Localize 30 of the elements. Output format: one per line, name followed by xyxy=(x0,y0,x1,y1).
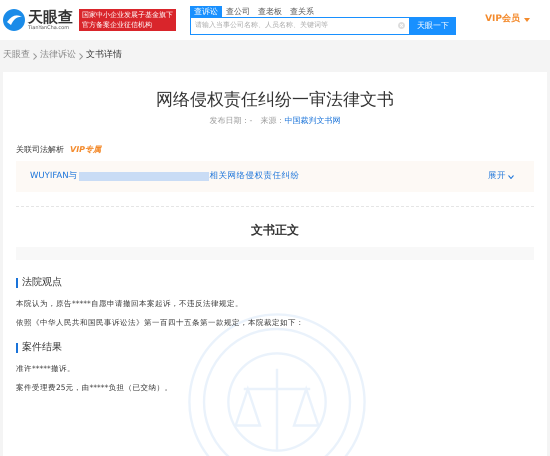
source-link[interactable]: 中国裁判文书网 xyxy=(284,115,340,127)
section-heading: 案件结果 xyxy=(22,340,62,355)
caret-icon[interactable] xyxy=(524,18,530,22)
source-label: 来源： xyxy=(260,115,284,127)
vip-label: VIP专属 xyxy=(70,144,102,156)
logo-icon[interactable] xyxy=(2,8,26,32)
section-heading: 法院观点 xyxy=(22,276,62,290)
logo-text[interactable]: 天眼查 xyxy=(28,10,73,24)
document-title: 网络侵权责任纠纷一审法律文书 xyxy=(155,89,395,112)
search-button[interactable]: 天眼一下 xyxy=(410,16,456,34)
publish-date: 发布日期：- xyxy=(210,115,252,127)
chevron-down-icon xyxy=(508,174,514,178)
breadcrumb-item[interactable]: 法律诉讼 xyxy=(40,49,76,63)
heading-marker xyxy=(16,342,18,352)
section-label: 关联司法解析 xyxy=(16,144,64,156)
search-tab[interactable]: 查关系 xyxy=(286,6,318,16)
clear-icon[interactable] xyxy=(398,22,405,29)
search-tab[interactable]: 查诉讼 xyxy=(190,6,222,16)
case-link[interactable]: WUYIFAN与 xyxy=(30,170,78,183)
case-link[interactable]: 相关网络侵权责任纠纷 xyxy=(210,170,300,183)
search-tab[interactable]: 查公司 xyxy=(222,6,254,16)
section-title: 文书正文 xyxy=(250,222,300,239)
chevron-icon xyxy=(33,52,37,60)
chevron-icon xyxy=(79,52,83,60)
vip-link[interactable]: VIP会员 xyxy=(485,13,520,27)
expand-button[interactable]: 展开 xyxy=(488,170,514,183)
search-tab[interactable]: 查老板 xyxy=(254,6,286,16)
breadcrumb-item: 文书详情 xyxy=(86,49,122,62)
heading-marker xyxy=(16,278,18,288)
breadcrumb-item[interactable]: 天眼查 xyxy=(3,49,30,63)
